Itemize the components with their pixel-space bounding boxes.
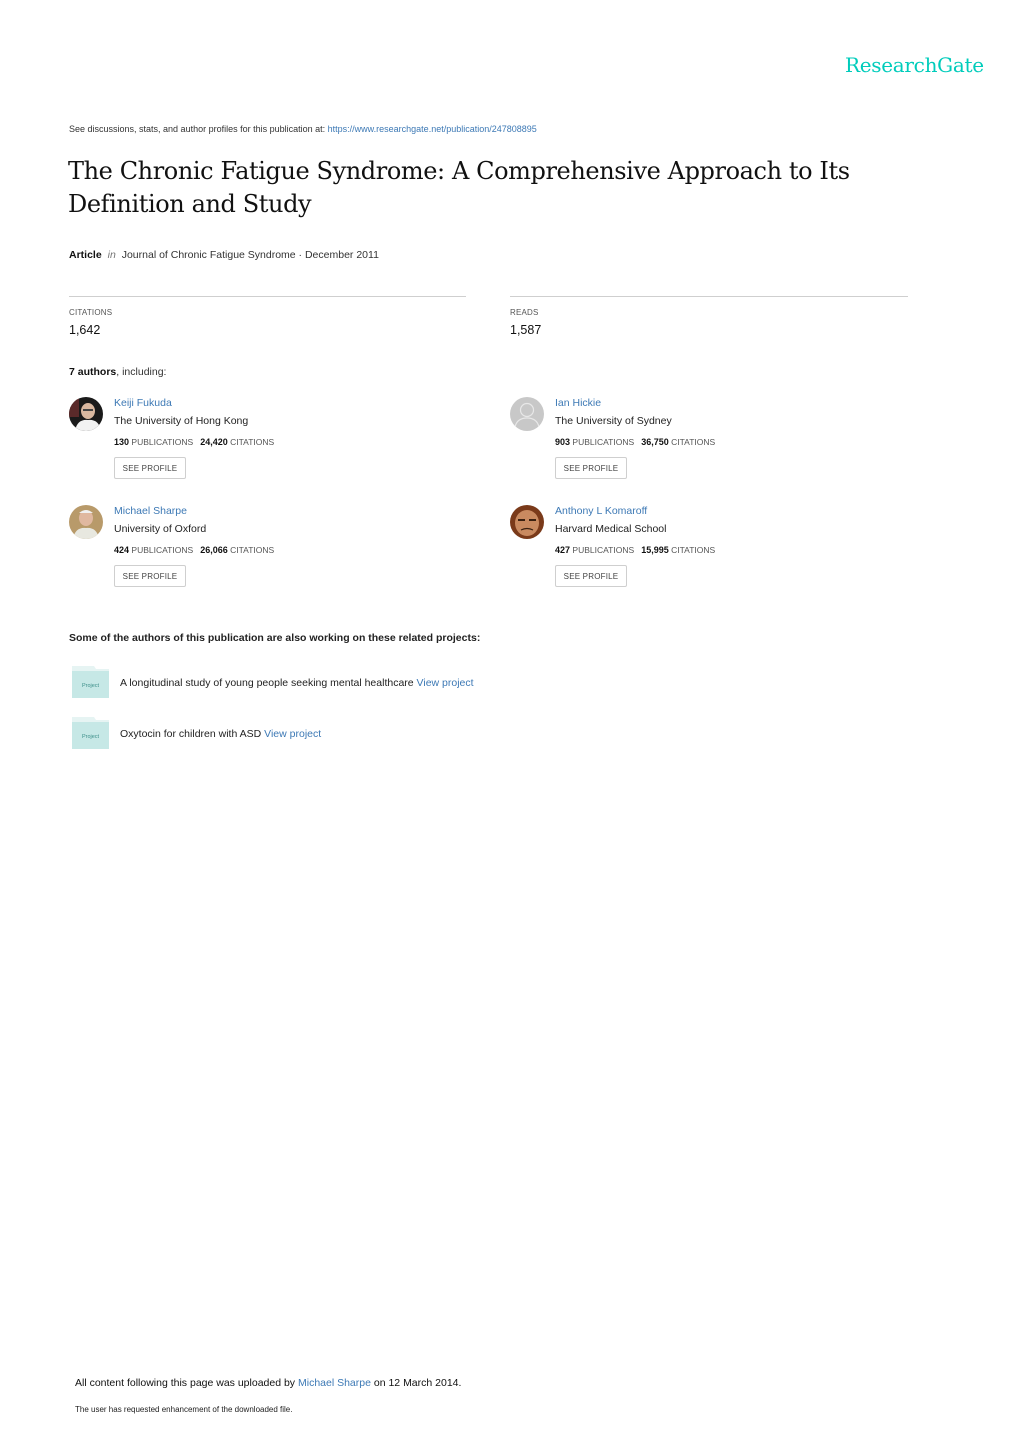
folder-label: Project [82, 734, 100, 740]
in-label: in [107, 249, 116, 261]
author-name-link[interactable]: Anthony L Komaroff [555, 505, 647, 517]
publication-meta: Article in Journal of Chronic Fatigue Sy… [69, 249, 379, 261]
uploader-link[interactable]: Michael Sharpe [298, 1377, 371, 1389]
researchgate-logo[interactable]: ResearchGate [845, 53, 984, 77]
avatar-photo-icon [69, 397, 103, 431]
author-institution: University of Oxford [114, 523, 207, 535]
author-name-link[interactable]: Keiji Fukuda [114, 397, 172, 409]
see-profile-button[interactable]: SEE PROFILE [555, 565, 627, 587]
author-stats: 427 PUBLICATIONS 15,995 CITATIONS [555, 545, 715, 555]
author-name-link[interactable]: Michael Sharpe [114, 505, 187, 517]
see-profile-button[interactable]: SEE PROFILE [114, 457, 186, 479]
citations-label: CITATIONS [230, 437, 275, 447]
citations-count: 26,066 [200, 545, 228, 555]
author-avatar[interactable] [510, 397, 544, 431]
citations-count: 24,420 [200, 437, 228, 447]
authors-suffix: , including: [116, 366, 167, 378]
publications-count: 130 [114, 437, 130, 447]
citations-count: 15,995 [641, 545, 669, 555]
author-avatar[interactable] [510, 505, 544, 539]
related-projects-heading: Some of the authors of this publication … [69, 632, 481, 644]
publications-count: 427 [555, 545, 571, 555]
citations-label: CITATIONS [230, 545, 275, 555]
publications-count: 903 [555, 437, 571, 447]
avatar-photo-icon [510, 505, 544, 539]
project-item: Project Oxytocin for children with ASD V… [72, 717, 572, 749]
see-discussions-text: See discussions, stats, and author profi… [69, 124, 328, 134]
author-institution: Harvard Medical School [555, 523, 667, 535]
citations-label: CITATIONS [671, 545, 716, 555]
enhancement-note: The user has requested enhancement of th… [75, 1405, 293, 1414]
authors-heading: 7 authors, including: [69, 366, 166, 378]
citations-count: 36,750 [641, 437, 669, 447]
publication-title: The Chronic Fatigue Syndrome: A Comprehe… [68, 157, 850, 218]
reads-value: 1,587 [510, 323, 542, 337]
publications-label: PUBLICATIONS [572, 545, 635, 555]
author-avatar[interactable] [69, 397, 103, 431]
citations-divider [69, 296, 466, 297]
project-folder-icon[interactable]: Project [72, 666, 109, 698]
citations-label: CITATIONS [69, 308, 113, 317]
publications-label: PUBLICATIONS [131, 437, 194, 447]
author-stats: 424 PUBLICATIONS 26,066 CITATIONS [114, 545, 274, 555]
citations-value: 1,642 [69, 323, 101, 337]
reads-divider [510, 296, 908, 297]
upload-prefix: All content following this page was uplo… [75, 1377, 298, 1389]
see-discussions-line: See discussions, stats, and author profi… [69, 124, 537, 134]
folder-label: Project [82, 683, 100, 689]
see-profile-button[interactable]: SEE PROFILE [555, 457, 627, 479]
author-stats: 130 PUBLICATIONS 24,420 CITATIONS [114, 437, 274, 447]
author-card: Michael Sharpe University of Oxford 424 … [69, 505, 489, 605]
project-text: Oxytocin for children with ASD View proj… [120, 728, 321, 740]
author-institution: The University of Hong Kong [114, 415, 249, 427]
reads-stat: READS 1,587 [510, 308, 541, 337]
project-title: A longitudinal study of young people see… [120, 677, 414, 689]
author-stats: 903 PUBLICATIONS 36,750 CITATIONS [555, 437, 715, 447]
publications-label: PUBLICATIONS [572, 437, 635, 447]
author-name-link[interactable]: Ian Hickie [555, 397, 601, 409]
user-placeholder-icon [510, 397, 544, 431]
publications-count: 424 [114, 545, 130, 555]
citations-label: CITATIONS [671, 437, 716, 447]
citations-stat: CITATIONS 1,642 [69, 308, 112, 337]
see-profile-button[interactable]: SEE PROFILE [114, 565, 186, 587]
publication-type: Article [69, 249, 102, 261]
project-folder-icon[interactable]: Project [72, 717, 109, 749]
reads-label: READS [510, 308, 539, 317]
upload-suffix: on 12 March 2014. [370, 1377, 462, 1389]
publication-url-link[interactable]: https://www.researchgate.net/publication… [328, 124, 537, 134]
project-title: Oxytocin for children with ASD [120, 728, 262, 740]
author-card: Anthony L Komaroff Harvard Medical Schoo… [510, 505, 930, 605]
author-avatar[interactable] [69, 505, 103, 539]
view-project-link[interactable]: View project [417, 677, 474, 689]
project-item: Project A longitudinal study of young pe… [72, 666, 572, 698]
author-institution: The University of Sydney [555, 415, 672, 427]
journal-date: Journal of Chronic Fatigue Syndrome · De… [121, 249, 379, 261]
upload-info: All content following this page was uplo… [75, 1377, 461, 1389]
avatar-photo-icon [69, 505, 103, 539]
author-card: Ian Hickie The University of Sydney 903 … [510, 397, 930, 497]
publications-label: PUBLICATIONS [131, 545, 194, 555]
project-text: A longitudinal study of young people see… [120, 677, 474, 689]
view-project-link[interactable]: View project [264, 728, 321, 740]
authors-count: 7 authors [69, 366, 117, 378]
author-card: Keiji Fukuda The University of Hong Kong… [69, 397, 489, 497]
